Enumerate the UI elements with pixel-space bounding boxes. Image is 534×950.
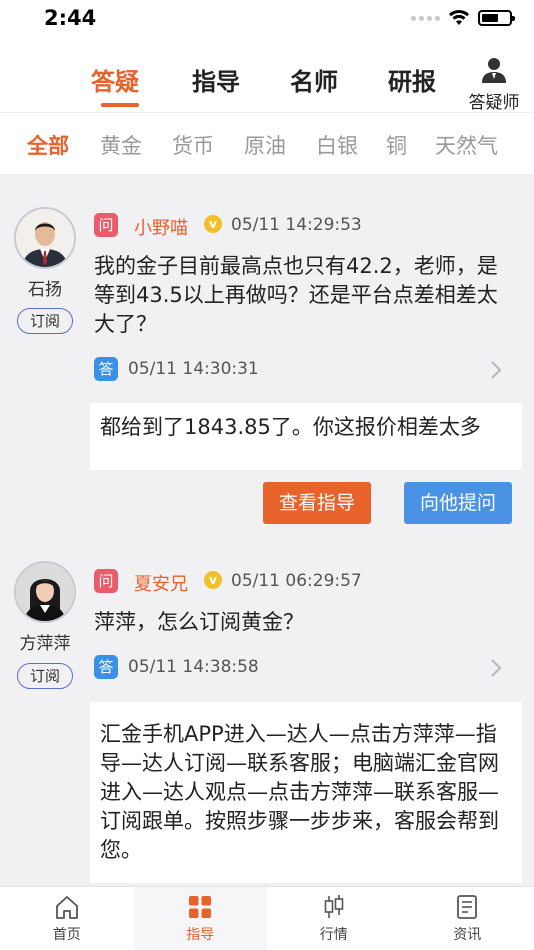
question-time: 05/11 14:29:53	[231, 215, 362, 235]
view-guidance-button[interactable]: 查看指导	[263, 482, 371, 524]
person-icon	[482, 58, 506, 83]
tab-reports[interactable]: 研报	[388, 62, 436, 97]
answerer-button[interactable]: 答疑师	[466, 56, 522, 113]
category-crude-oil[interactable]: 原油	[244, 130, 286, 160]
category-natural-gas[interactable]: 天然气	[435, 130, 498, 160]
qa-feed[interactable]: 石扬 订阅 问 小野喵 v 05/11 14:29:53 我的金子目前最高点也只…	[0, 188, 534, 886]
battery-icon	[478, 10, 515, 26]
answer-text: 汇金手机APP进入—达人—点击方萍萍—指导—达人订阅—联系客服；电脑端汇金官网进…	[100, 722, 499, 862]
category-all[interactable]: 全部	[27, 130, 69, 160]
asker-name[interactable]: 夏安兄	[134, 570, 188, 596]
chevron-right-icon[interactable]	[490, 360, 502, 380]
nav-news[interactable]: 资讯	[401, 887, 534, 950]
active-tab-indicator	[101, 103, 139, 107]
status-bar: 2:44	[0, 0, 534, 40]
qa-item: 石扬 订阅 问 小野喵 v 05/11 14:29:53 我的金子目前最高点也只…	[0, 188, 534, 534]
subscribe-button[interactable]: 订阅	[17, 308, 73, 334]
answer-text: 都给到了1843.85了。你这报价相差太多	[100, 415, 481, 439]
grid-icon	[189, 896, 212, 918]
question-text: 萍萍，怎么订阅黄金？	[94, 610, 304, 634]
status-time: 2:44	[44, 6, 97, 30]
avatar[interactable]	[14, 561, 76, 623]
bottom-nav: 首页 指导 行情 资讯	[0, 886, 534, 950]
candlestick-icon	[324, 895, 344, 918]
nav-news-label: 资讯	[453, 927, 482, 943]
category-gold[interactable]: 黄金	[100, 130, 142, 160]
tab-teachers[interactable]: 名师	[290, 62, 338, 97]
category-currency[interactable]: 货币	[172, 130, 214, 160]
qa-item: 方萍萍 订阅 问 夏安兄 v 05/11 06:29:57 萍萍，怎么订阅黄金？…	[0, 534, 534, 886]
answerer-label: 答疑师	[468, 93, 520, 113]
nav-guidance[interactable]: 指导	[133, 887, 267, 950]
question-badge: 问	[94, 569, 118, 593]
nav-home[interactable]: 首页	[0, 887, 134, 950]
nav-market-label: 行情	[319, 927, 348, 943]
nav-guidance-label: 指导	[186, 927, 215, 943]
chevron-right-icon[interactable]	[490, 658, 502, 678]
status-icons	[411, 9, 515, 27]
answer-time: 05/11 14:38:58	[128, 657, 259, 677]
cellular-signal-icon	[411, 15, 440, 21]
ask-him-button[interactable]: 向他提问	[404, 482, 512, 524]
subscribe-button[interactable]: 订阅	[17, 663, 73, 689]
category-copper[interactable]: 铜	[386, 130, 407, 160]
category-bar: 全部 黄金 货币 原油 白银 铜 天然气	[0, 112, 534, 174]
question-time: 05/11 06:29:57	[231, 571, 362, 591]
answer-badge: 答	[94, 357, 118, 381]
tab-guidance[interactable]: 指导	[192, 62, 240, 97]
news-icon	[457, 895, 478, 919]
answer-badge: 答	[94, 655, 118, 679]
verified-badge-icon: v	[204, 215, 222, 233]
nav-home-label: 首页	[52, 927, 81, 943]
asker-name[interactable]: 小野喵	[134, 214, 188, 240]
question-badge: 问	[94, 213, 118, 237]
question-text: 我的金子目前最高点也只有42.2，老师，是等到43.5以上再做吗？还是平台点差相…	[94, 254, 498, 336]
answer-time: 05/11 14:30:31	[128, 359, 259, 379]
tab-answers[interactable]: 答疑	[91, 62, 139, 97]
user-name[interactable]: 方萍萍	[0, 629, 90, 654]
answer-box: 都给到了1843.85了。你这报价相差太多	[90, 403, 522, 470]
verified-badge-icon: v	[204, 571, 222, 589]
home-icon	[55, 896, 78, 919]
category-silver[interactable]: 白银	[316, 130, 358, 160]
nav-market[interactable]: 行情	[267, 887, 401, 950]
avatar[interactable]	[14, 207, 76, 269]
wifi-icon	[449, 10, 469, 25]
answer-box: 汇金手机APP进入—达人—点击方萍萍—指导—达人订阅—联系客服；电脑端汇金官网进…	[90, 702, 522, 883]
user-name[interactable]: 石扬	[0, 275, 90, 300]
top-tab-bar: 答疑 指导 名师 研报 答疑师	[0, 40, 534, 113]
